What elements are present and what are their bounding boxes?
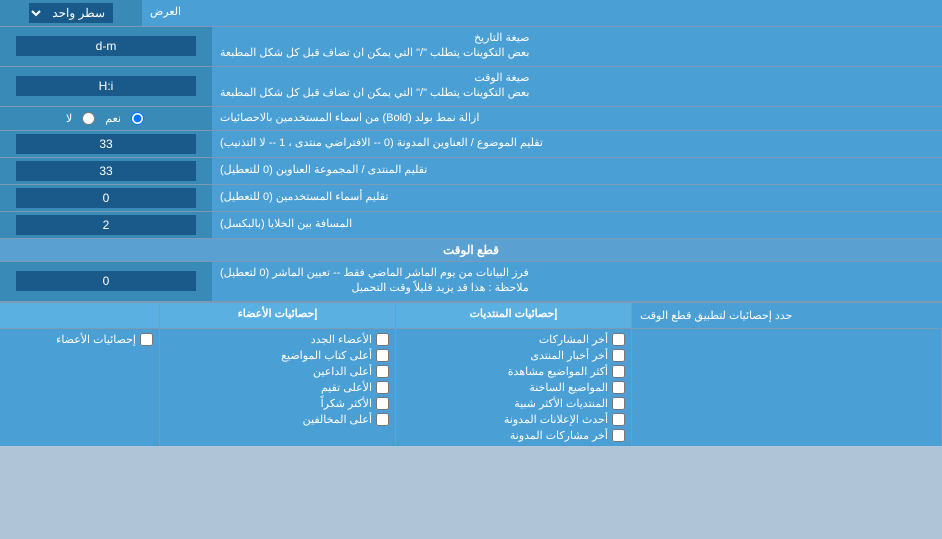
forum-title-input-cell: [0, 158, 212, 184]
date-format-row: صيغة التاريخ بعض التكوينات يتطلب "/" الت…: [0, 27, 942, 67]
list-item: إحصائيات الأعضاء: [6, 333, 153, 346]
checkbox-al3la-taqyeem[interactable]: [376, 381, 389, 394]
forum-title-input[interactable]: [16, 161, 196, 181]
checkbox-akhar-mosharkaat[interactable]: [612, 333, 625, 346]
list-item: أخر المشاركات: [402, 333, 625, 346]
title-order-input[interactable]: [16, 134, 196, 154]
cell-spacing-label: المسافة بين الخلايا (بالبكسل): [212, 212, 942, 238]
main-container: العرض سطر واحدسطرينثلاثة سطور صيغة التار…: [0, 0, 942, 446]
checkbox-akthar-daaeen[interactable]: [376, 365, 389, 378]
bold-yes-label: نعم: [105, 112, 121, 125]
realtime-row: فرز البيانات من يوم الماشر الماضي فقط --…: [0, 262, 942, 302]
list-item: الأعلى تقيم: [166, 381, 389, 394]
cell-spacing-input[interactable]: [16, 215, 196, 235]
checkbox-a3daa-jodod[interactable]: [376, 333, 389, 346]
checkbox-akthar-shokran[interactable]: [376, 397, 389, 410]
list-item: أخر مشاركات المدونة: [402, 429, 625, 442]
bold-yes-radio[interactable]: [131, 112, 144, 125]
bold-no-radio[interactable]: [82, 112, 95, 125]
list-item: أحدث الإعلانات المدونة: [402, 413, 625, 426]
title-order-label: تقليم الموضوع / العناوين المدونة (0 -- ا…: [212, 131, 942, 157]
checkbox-akhar-mosharkaat-madwana[interactable]: [612, 429, 625, 442]
title-order-input-cell: [0, 131, 212, 157]
ard-select[interactable]: سطر واحدسطرينثلاثة سطور: [29, 3, 113, 23]
col2-header: إحصائيات الأعضاء: [160, 303, 396, 328]
user-names-label: تقليم أسماء المستخدمين (0 للتعطيل): [212, 185, 942, 211]
bold-radio-group: نعم لا: [66, 112, 146, 125]
list-item: أعلى المخالفين: [166, 413, 389, 426]
realtime-input-cell: [0, 262, 212, 301]
list-item: الأكثر شكراً: [166, 397, 389, 410]
list-item: المنتديات الأكثر شبية: [402, 397, 625, 410]
checkboxes-body: أخر المشاركات أخر أخبار المنتدى أكثر الم…: [0, 329, 942, 446]
realtime-input[interactable]: [16, 271, 196, 291]
forum-title-label: تقليم المنتدى / المجموعة العناوين (0 للت…: [212, 158, 942, 184]
col3-items: إحصائيات الأعضاء: [0, 329, 160, 446]
checkbox-elanaat-madwana[interactable]: [612, 413, 625, 426]
checkboxes-header-row: حدد إحصائيات لتطبيق قطع الوقت إحصائيات ا…: [0, 303, 942, 329]
checkbox-montadyat-akthar[interactable]: [612, 397, 625, 410]
ard-label: العرض: [142, 0, 942, 26]
col1-header: إحصائيات المنتديات: [396, 303, 632, 328]
forum-title-row: تقليم المنتدى / المجموعة العناوين (0 للت…: [0, 158, 942, 185]
realtime-label: فرز البيانات من يوم الماشر الماضي فقط --…: [212, 262, 942, 301]
date-format-input-cell: [0, 27, 212, 66]
list-item: أعلى الداعين: [166, 365, 389, 378]
limit-label: حدد إحصائيات لتطبيق قطع الوقت: [632, 303, 942, 328]
bold-label: ازالة نمط بولد (Bold) من اسماء المستخدمي…: [212, 107, 942, 130]
list-item: المواضيع الساخنة: [402, 381, 625, 394]
list-item: أخر أخبار المنتدى: [402, 349, 625, 362]
time-format-input-cell: [0, 67, 212, 106]
realtime-section-header: قطع الوقت: [0, 239, 942, 262]
time-format-row: صيغة الوقت بعض التكوينات يتطلب "/" التي …: [0, 67, 942, 107]
cell-spacing-row: المسافة بين الخلايا (بالبكسل): [0, 212, 942, 239]
col1-items: أخر المشاركات أخر أخبار المنتدى أكثر الم…: [396, 329, 632, 446]
checkboxes-section: حدد إحصائيات لتطبيق قطع الوقت إحصائيات ا…: [0, 302, 942, 446]
list-item: أكثر المواضيع مشاهدة: [402, 365, 625, 378]
checkbox-mawadee3-sakhina[interactable]: [612, 381, 625, 394]
bold-no-label: لا: [66, 112, 72, 125]
col2-items: الأعضاء الجدد أعلى كتاب المواضيع أعلى ال…: [160, 329, 396, 446]
date-format-input[interactable]: [16, 36, 196, 56]
user-names-input-cell: [0, 185, 212, 211]
list-item: أعلى كتاب المواضيع: [166, 349, 389, 362]
title-order-row: تقليم الموضوع / العناوين المدونة (0 -- ا…: [0, 131, 942, 158]
checkbox-ehsaiyat-a3daa[interactable]: [140, 333, 153, 346]
cell-spacing-input-cell: [0, 212, 212, 238]
checkbox-akthar-moshahadah[interactable]: [612, 365, 625, 378]
ard-row: العرض سطر واحدسطرينثلاثة سطور: [0, 0, 942, 27]
checkbox-akthar-kotaab[interactable]: [376, 349, 389, 362]
date-format-label: صيغة التاريخ بعض التكوينات يتطلب "/" الت…: [212, 27, 942, 66]
list-item: الأعضاء الجدد: [166, 333, 389, 346]
time-format-label: صيغة الوقت بعض التكوينات يتطلب "/" التي …: [212, 67, 942, 106]
user-names-row: تقليم أسماء المستخدمين (0 للتعطيل): [0, 185, 942, 212]
bold-row: ازالة نمط بولد (Bold) من اسماء المستخدمي…: [0, 107, 942, 131]
time-format-input[interactable]: [16, 76, 196, 96]
bold-input-cell: نعم لا: [0, 107, 212, 130]
user-names-input[interactable]: [16, 188, 196, 208]
checkbox-akthar-mokhalfeen[interactable]: [376, 413, 389, 426]
checkbox-akhar-akhbar[interactable]: [612, 349, 625, 362]
ard-input-cell: سطر واحدسطرينثلاثة سطور: [0, 0, 142, 26]
col3-header: [0, 303, 160, 328]
